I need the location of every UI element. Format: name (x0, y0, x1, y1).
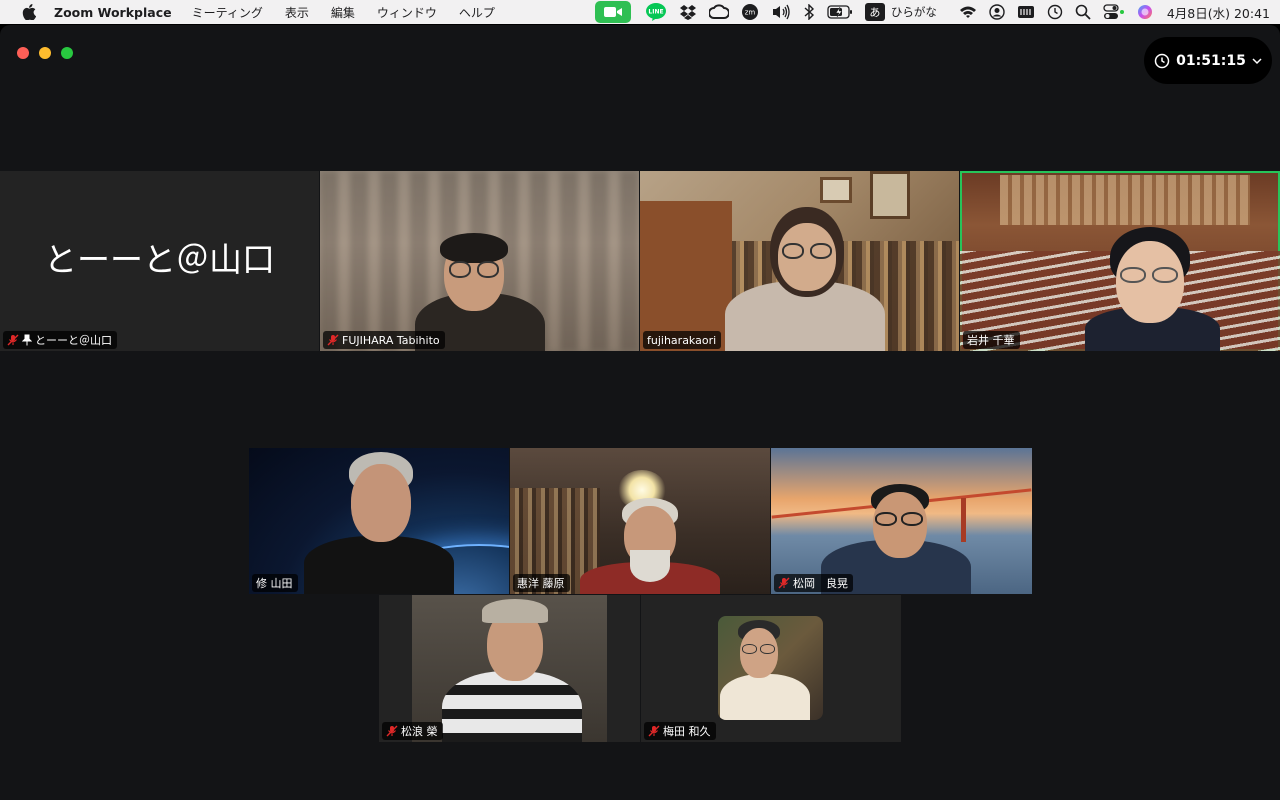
participant-name-tag: 惠洋 藤原 (513, 574, 570, 592)
mic-muted-icon (778, 577, 790, 589)
participant-video (1070, 225, 1230, 351)
participant-name: 惠洋 藤原 (517, 577, 565, 590)
zm-tray-label: zm (745, 9, 756, 17)
participant-tile[interactable]: fujiharakaori (640, 171, 959, 351)
zoom-video-tray-icon[interactable] (594, 1, 631, 23)
participant-display-name: とーーと＠山口 (44, 240, 275, 279)
input-method-icon[interactable]: あ ひらがな (864, 0, 947, 24)
line-tray-icon[interactable]: LINE (645, 0, 667, 24)
user-account-icon[interactable] (989, 0, 1005, 24)
mic-muted-icon (648, 725, 660, 737)
chevron-down-icon (1252, 57, 1262, 64)
minimize-window-button[interactable] (39, 47, 51, 59)
participant-name-tag: 梅田 和久 (644, 722, 716, 740)
participant-tile[interactable]: 松岡 良晃 (771, 448, 1032, 594)
zoom-meeting-window: 01:51:15 とーーと＠山口 とーーと＠山口 FUJIHARA Tabihi… (0, 25, 1280, 800)
time-machine-icon[interactable] (1047, 0, 1063, 24)
participant-name-tag: 修 山田 (252, 574, 298, 592)
participant-name: 修 山田 (256, 577, 293, 590)
memory-chip-icon[interactable] (1017, 0, 1035, 24)
participant-tile-active-speaker[interactable]: 岩井 千華 (960, 171, 1280, 351)
siri-icon[interactable] (1137, 0, 1153, 24)
battery-icon[interactable] (827, 0, 853, 24)
bluetooth-icon[interactable] (803, 0, 815, 24)
menu-view[interactable]: 表示 (285, 4, 309, 21)
participant-name-tag: とーーと＠山口 (3, 331, 117, 349)
mic-muted-icon (386, 725, 398, 737)
close-window-button[interactable] (17, 47, 29, 59)
participant-tile[interactable]: 修 山田 (249, 448, 509, 594)
input-method-char: あ (864, 3, 885, 21)
participant-video (299, 452, 459, 594)
line-tray-label: LINE (648, 9, 663, 16)
participant-name: 岩井 千華 (967, 334, 1015, 347)
menu-edit[interactable]: 編集 (331, 4, 355, 21)
mic-muted-icon (7, 334, 19, 346)
participant-name: 松岡 良晃 (793, 577, 848, 590)
participant-video (580, 498, 720, 594)
participant-video (412, 595, 607, 742)
participant-name-tag: 松岡 良晃 (774, 574, 853, 592)
participant-name: 松浪 榮 (401, 725, 438, 738)
picture-frame (820, 177, 852, 203)
participant-tile[interactable]: FUJIHARA Tabihito (320, 171, 639, 351)
participant-tile[interactable]: 梅田 和久 (641, 595, 901, 742)
door (640, 201, 732, 351)
participant-name-tag: fujiharakaori (643, 331, 722, 349)
beard (630, 550, 670, 582)
participant-name-tag: 岩井 千華 (963, 331, 1020, 349)
spotlight-search-icon[interactable] (1075, 0, 1091, 24)
mic-muted-icon (327, 334, 339, 346)
clock-icon (1154, 53, 1170, 68)
pin-icon (22, 334, 32, 346)
participant-name: FUJIHARA Tabihito (342, 333, 440, 347)
participant-video (718, 616, 823, 720)
participant-name: fujiharakaori (647, 333, 717, 347)
wifi-icon[interactable] (959, 0, 977, 24)
meeting-timer-text: 01:51:15 (1176, 52, 1246, 69)
parliament-background (1000, 175, 1250, 225)
participant-name-tag: FUJIHARA Tabihito (323, 331, 445, 349)
control-center-icon[interactable] (1103, 0, 1125, 24)
volume-icon[interactable] (771, 0, 791, 24)
fullscreen-window-button[interactable] (61, 47, 73, 59)
participant-tile[interactable]: とーーと＠山口 とーーと＠山口 (0, 171, 319, 351)
menu-meeting[interactable]: ミーティング (192, 4, 263, 21)
menu-bar: Zoom Workplace ミーティング 表示 編集 ウィンドウ ヘルプ LI… (0, 0, 1280, 24)
participant-tile[interactable]: 松浪 榮 (379, 595, 640, 742)
participant-name-tag: 松浪 榮 (382, 722, 443, 740)
meeting-timer[interactable]: 01:51:15 (1144, 37, 1272, 84)
zm-tray-icon[interactable]: zm (741, 0, 759, 24)
menu-window[interactable]: ウィンドウ (377, 4, 437, 21)
dropbox-tray-icon[interactable] (679, 0, 697, 24)
creative-cloud-tray-icon[interactable] (708, 0, 729, 24)
participant-tile[interactable]: 惠洋 藤原 (510, 448, 770, 594)
apple-menu-icon[interactable] (20, 3, 38, 21)
participant-video (720, 205, 890, 351)
menu-help[interactable]: ヘルプ (459, 4, 495, 21)
participant-name: 梅田 和久 (663, 725, 711, 738)
clock[interactable]: 4月8日(水) 20:41 (1167, 3, 1270, 22)
input-method-label: ひらがな (890, 5, 937, 19)
participant-name: とーーと＠山口 (35, 334, 112, 347)
window-controls (17, 47, 73, 59)
app-name-menu[interactable]: Zoom Workplace (54, 5, 172, 20)
